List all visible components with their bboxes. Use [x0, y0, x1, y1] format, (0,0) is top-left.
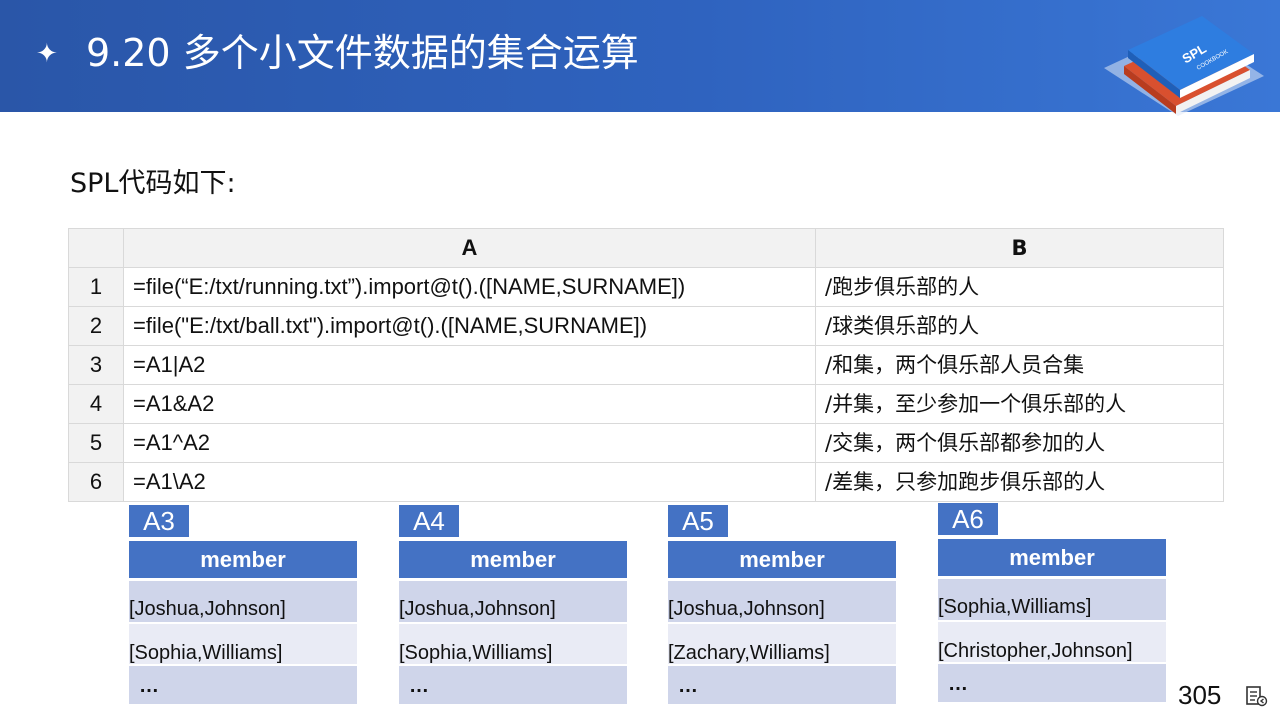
result-row: [Zachary,Williams]	[668, 624, 896, 666]
comment-cell[interactable]: /跑步俱乐部的人	[815, 267, 1224, 307]
grid-row: 1 =file(“E:/txt/running.txt”).import@t()…	[68, 267, 1224, 307]
result-cell-tag: A3	[129, 505, 189, 537]
slide-navigation-icon[interactable]	[1244, 684, 1268, 708]
result-cell-tag: A6	[938, 503, 998, 535]
sparkle-icon: ✦	[36, 38, 58, 68]
result-row: [Joshua,Johnson]	[399, 581, 627, 624]
comment-cell[interactable]: /交集，两个俱乐部都参加的人	[815, 423, 1224, 463]
comment-cell[interactable]: /差集，只参加跑步俱乐部的人	[815, 462, 1224, 502]
row-number[interactable]: 3	[68, 345, 124, 385]
result-column-header: member	[399, 541, 627, 581]
code-cell[interactable]: =file("E:/txt/ball.txt").import@t().([NA…	[123, 306, 816, 346]
row-number[interactable]: 2	[68, 306, 124, 346]
result-row-ellipsis: …	[129, 666, 357, 706]
code-cell[interactable]: =file(“E:/txt/running.txt”).import@t().(…	[123, 267, 816, 307]
code-cell[interactable]: =A1|A2	[123, 345, 816, 385]
grid-row: 5 =A1^A2 /交集，两个俱乐部都参加的人	[68, 423, 1224, 463]
result-row-ellipsis: …	[668, 666, 896, 706]
column-header-b[interactable]: B	[815, 228, 1224, 268]
result-cell-tag: A4	[399, 505, 459, 537]
grid-row: 4 =A1&A2 /并集，至少参加一个俱乐部的人	[68, 384, 1224, 424]
title-banner: ✦ 9.20 多个小文件数据的集合运算 SPL COOKBOOK	[0, 0, 1280, 116]
comment-cell[interactable]: /和集，两个俱乐部人员合集	[815, 345, 1224, 385]
comment-cell[interactable]: /并集，至少参加一个俱乐部的人	[815, 384, 1224, 424]
result-row: [Sophia,Williams]	[399, 624, 627, 666]
result-row: [Sophia,Williams]	[938, 579, 1166, 622]
result-column-header: member	[938, 539, 1166, 579]
row-number[interactable]: 1	[68, 267, 124, 307]
spl-cookbook-logo: SPL COOKBOOK	[1104, 16, 1264, 116]
result-row: [Christopher,Johnson]	[938, 622, 1166, 664]
result-row: [Joshua,Johnson]	[129, 581, 357, 624]
code-cell[interactable]: =A1&A2	[123, 384, 816, 424]
result-row: [Sophia,Williams]	[129, 624, 357, 666]
slide-title: 9.20 多个小文件数据的集合运算	[86, 31, 639, 75]
result-column-header: member	[668, 541, 896, 581]
code-cell[interactable]: =A1^A2	[123, 423, 816, 463]
row-number[interactable]: 5	[68, 423, 124, 463]
comment-cell[interactable]: /球类俱乐部的人	[815, 306, 1224, 346]
row-number[interactable]: 6	[68, 462, 124, 502]
result-row: [Joshua,Johnson]	[668, 581, 896, 624]
grid-corner-cell	[68, 228, 124, 268]
grid-row: 2 =file("E:/txt/ball.txt").import@t().([…	[68, 306, 1224, 346]
result-row-ellipsis: …	[399, 666, 627, 706]
page-number: 305	[1178, 680, 1222, 710]
result-row-ellipsis: …	[938, 664, 1166, 704]
grid-row: 6 =A1\A2 /差集，只参加跑步俱乐部的人	[68, 462, 1224, 502]
grid-header-row: A B	[68, 228, 1224, 268]
result-column-header: member	[129, 541, 357, 581]
intro-text: SPL代码如下:	[70, 168, 236, 199]
column-header-a[interactable]: A	[123, 228, 816, 268]
code-cell[interactable]: =A1\A2	[123, 462, 816, 502]
result-cell-tag: A5	[668, 505, 728, 537]
grid-row: 3 =A1|A2 /和集，两个俱乐部人员合集	[68, 345, 1224, 385]
spl-code-grid: A B 1 =file(“E:/txt/running.txt”).import…	[68, 228, 1224, 502]
row-number[interactable]: 4	[68, 384, 124, 424]
